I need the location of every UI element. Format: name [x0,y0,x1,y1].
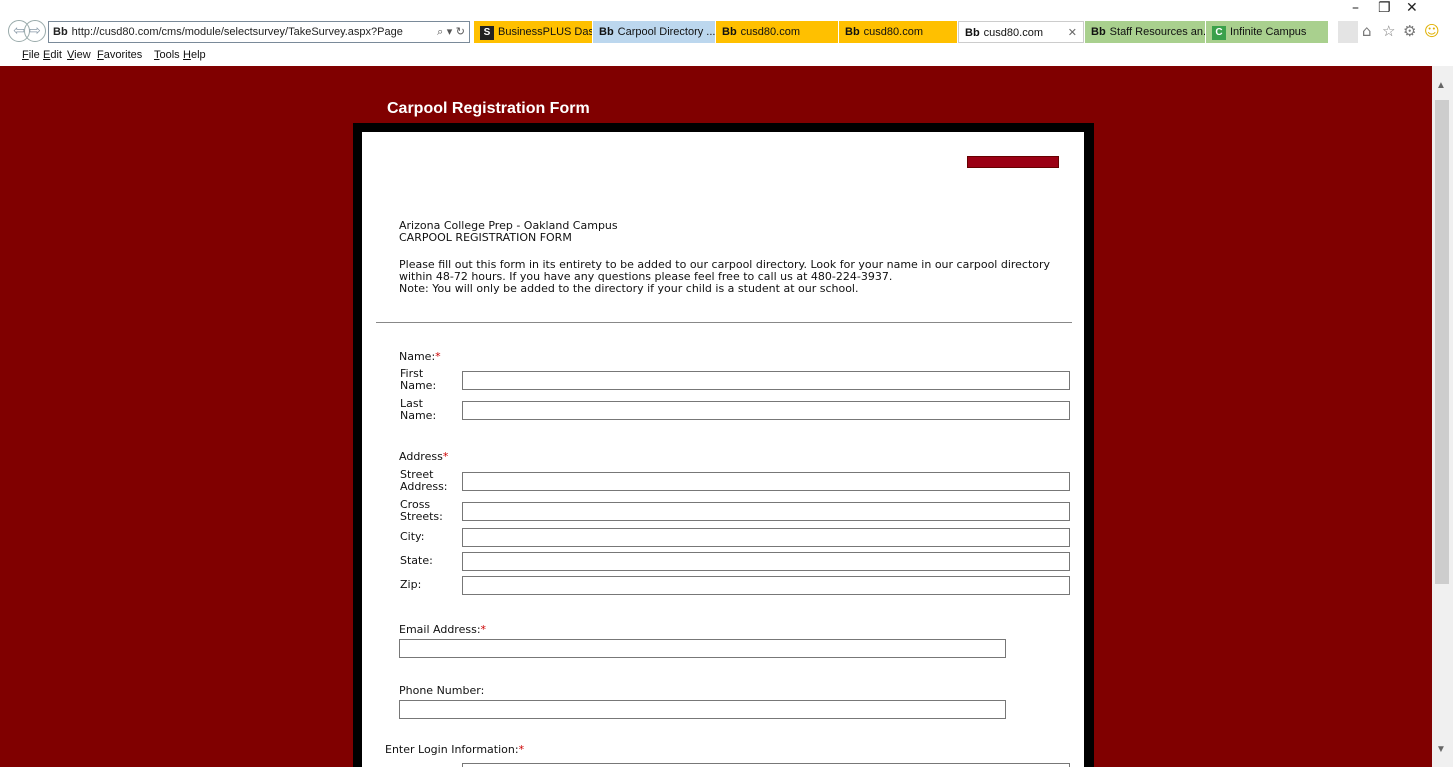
login-input[interactable] [462,763,1070,767]
tab-label: Carpool Directory ... [617,26,715,38]
smiley-icon[interactable]: ☺ [1424,22,1440,40]
menu-tools[interactable]: Tools [154,49,180,61]
close-tab-icon[interactable]: ✕ [1068,22,1077,42]
login-label-text: Enter Login Information: [385,743,519,756]
divider [376,322,1072,323]
tab-label: cusd80.com [740,26,800,38]
menu-favorites[interactable]: Favorites [97,49,142,61]
tab-icon: Bb [845,26,860,38]
address-controls-icon[interactable]: ⌕ ▾ ↻ [437,22,465,42]
city-label: City: [400,530,425,543]
street-address-label: Street Address: [400,469,448,493]
first-name-label: First Name: [400,368,436,392]
phone-input[interactable] [399,700,1006,719]
phone-label: Phone Number: [399,684,485,697]
tab-icon: Bb [1091,26,1106,38]
header-red-bar [967,156,1059,168]
email-input[interactable] [399,639,1006,658]
tab-icon: Bb [965,27,980,39]
email-label-text: Email Address: [399,623,481,636]
minimize-icon[interactable]: – [1352,0,1359,16]
first-name-input[interactable] [462,371,1070,390]
cross-streets-input[interactable] [462,502,1070,521]
restore-icon[interactable]: ❐ [1378,0,1391,16]
tab-label: BusinessPLUS Das... [498,26,592,38]
first-name-label-2: Name: [400,379,437,392]
tab-label: cusd80.com [863,26,923,38]
last-name-label: Last Name: [400,398,436,422]
tab-label: Infinite Campus [1230,26,1307,38]
tab-icon: Bb [722,26,737,38]
browser-chrome: ⇦ ⇨ Bb http://cusd80.com/cms/module/selec… [0,0,1453,66]
scrollbar-thumb[interactable] [1435,100,1449,584]
menu-help[interactable]: Help [183,49,206,61]
form-paper: Arizona College Prep - Oakland Campus CA… [362,132,1084,767]
required-marker: * [435,350,441,363]
tab-cusd80-1[interactable]: Bb cusd80.com [716,21,838,43]
gear-icon[interactable]: ⚙ [1403,22,1416,40]
tab-cusd80-active[interactable]: Bb cusd80.com ✕ [958,21,1084,43]
site-favicon: Bb [53,26,68,38]
tab-icon: Bb [599,26,614,38]
menu-view[interactable]: View [67,49,91,61]
tab-cusd80-2[interactable]: Bb cusd80.com [839,21,957,43]
required-marker: * [480,623,487,636]
tab-businessplus[interactable]: S BusinessPLUS Das... [474,21,592,43]
home-icon[interactable]: ⌂ [1362,22,1372,40]
login-label: Enter Login Information:* [385,744,524,756]
tab-infinite-campus[interactable]: C Infinite Campus [1206,21,1328,43]
state-label: State: [400,554,433,567]
tab-label: cusd80.com [983,27,1043,39]
tab-label: Staff Resources an... [1109,26,1205,38]
street-label-2: Address: [400,480,448,493]
address-url: http://cusd80.com/cms/module/selectsurve… [71,26,403,38]
zip-label: Zip: [400,578,422,591]
state-input[interactable] [462,552,1070,571]
required-marker: * [518,743,525,756]
address-label: Address [399,450,443,463]
new-tab-button[interactable] [1338,21,1358,43]
last-name-input[interactable] [462,401,1070,420]
vertical-scrollbar[interactable]: ▲ ▼ [1432,66,1453,767]
required-marker: * [442,450,449,463]
scroll-down-icon[interactable]: ▼ [1436,744,1446,755]
menu-edit[interactable]: Edit [43,49,62,61]
address-bar[interactable]: Bb http://cusd80.com/cms/module/selectsur… [48,21,470,43]
name-label: Name: [399,350,436,363]
favorites-star-icon[interactable]: ☆ [1382,22,1395,40]
tab-icon: S [480,26,494,40]
last-name-label-2: Name: [400,409,437,422]
address-section-label: Address* [399,451,448,463]
close-window-icon[interactable]: ✕ [1406,0,1418,16]
city-input[interactable] [462,528,1070,547]
form-heading: CARPOOL REGISTRATION FORM [399,231,572,244]
form-frame: Arizona College Prep - Oakland Campus CA… [353,123,1094,767]
cross-streets-label: Cross Streets: [400,499,443,523]
tab-icon: C [1212,26,1226,40]
name-section-label: Name:* [399,351,441,363]
scroll-up-icon[interactable]: ▲ [1436,80,1446,91]
cross-label-2: Streets: [400,510,443,523]
email-label: Email Address:* [399,624,486,636]
tab-carpool-directory[interactable]: Bb Carpool Directory ... [593,21,715,43]
page-viewport: Carpool Registration Form Arizona Colleg… [0,66,1432,767]
street-address-input[interactable] [462,472,1070,491]
zip-input[interactable] [462,576,1070,595]
forward-icon[interactable]: ⇨ [24,20,46,42]
page-title: Carpool Registration Form [387,100,590,117]
intro-line-3: Note: You will only be added to the dire… [399,282,859,295]
tab-staff-resources[interactable]: Bb Staff Resources an... [1085,21,1205,43]
menu-file[interactable]: File [22,49,40,61]
